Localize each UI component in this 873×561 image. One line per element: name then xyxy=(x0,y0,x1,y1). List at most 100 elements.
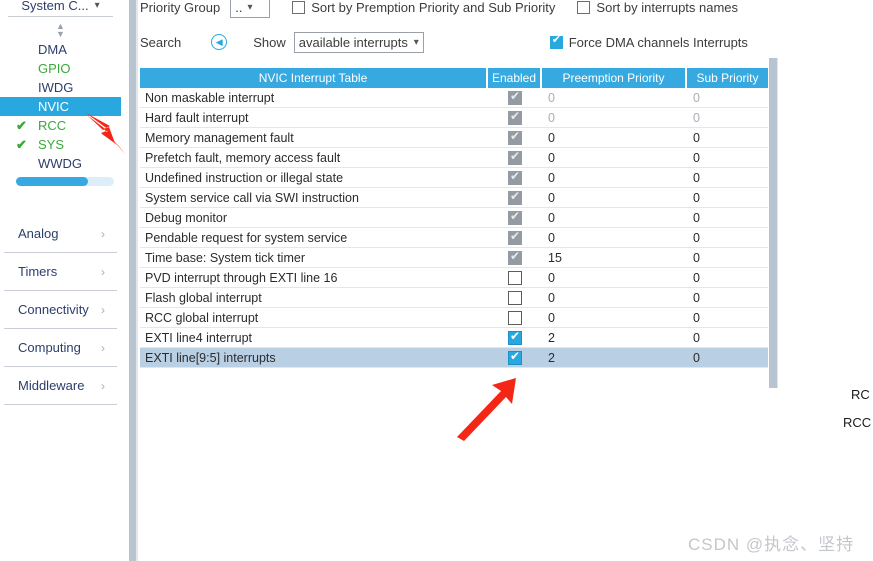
table-row[interactable]: Prefetch fault, memory access fault 00 xyxy=(140,148,768,168)
sidebar-item-dma[interactable]: DMA xyxy=(0,40,121,59)
enabled-checkbox[interactable] xyxy=(508,229,522,245)
enabled-cell[interactable] xyxy=(488,188,542,207)
sub-priority-cell[interactable]: 0 xyxy=(687,228,768,247)
sub-priority-cell[interactable]: 0 xyxy=(687,128,768,147)
enabled-cell[interactable] xyxy=(488,328,542,347)
preemption-priority-cell[interactable]: 0 xyxy=(542,88,687,107)
sidebar-item-rcc[interactable]: ✔ RCC xyxy=(0,116,121,135)
enabled-cell[interactable] xyxy=(488,208,542,227)
enabled-checkbox[interactable] xyxy=(508,89,522,105)
force-dma-checkbox[interactable] xyxy=(549,34,563,49)
preemption-priority-cell[interactable]: 15 xyxy=(542,248,687,267)
sidebar-category-connectivity[interactable]: Connectivity › xyxy=(4,291,117,329)
table-row[interactable]: System service call via SWI instruction 0… xyxy=(140,188,768,208)
enabled-cell[interactable] xyxy=(488,268,542,287)
table-row[interactable]: Debug monitor 00 xyxy=(140,208,768,228)
enabled-checkbox[interactable] xyxy=(508,109,522,125)
enabled-cell[interactable] xyxy=(488,348,542,367)
preemption-priority-cell[interactable]: 2 xyxy=(542,328,687,347)
sub-priority-cell[interactable]: 0 xyxy=(687,348,768,367)
sidebar-item-iwdg[interactable]: IWDG xyxy=(0,78,121,97)
sidebar-horizontal-scrollbar[interactable] xyxy=(16,177,114,186)
table-row[interactable]: Time base: System tick timer 150 xyxy=(140,248,768,268)
sub-priority-cell[interactable]: 0 xyxy=(687,108,768,127)
enabled-checkbox[interactable] xyxy=(508,169,522,185)
preemption-priority-cell[interactable]: 0 xyxy=(542,148,687,167)
sort-preemption-checkbox[interactable] xyxy=(292,0,306,14)
table-row[interactable]: EXTI line4 interrupt 20 xyxy=(140,328,768,348)
spinner-up-down-icon[interactable]: ▲ ▼ xyxy=(0,22,121,39)
sidebar-category-middleware[interactable]: Middleware › xyxy=(4,367,117,405)
table-row[interactable]: Flash global interrupt 0 0 xyxy=(140,288,768,308)
enabled-cell[interactable] xyxy=(488,168,542,187)
table-row[interactable]: PVD interrupt through EXTI line 16 0 0 xyxy=(140,268,768,288)
table-header-enabled[interactable]: Enabled xyxy=(488,68,542,88)
preemption-priority-cell[interactable]: 0 xyxy=(542,108,687,127)
chevron-down-icon[interactable]: ▾ xyxy=(95,0,100,11)
sort-preemption-checkbox-wrap[interactable]: Sort by Premption Priority and Sub Prior… xyxy=(292,0,555,15)
enabled-cell[interactable] xyxy=(488,128,542,147)
preemption-priority-cell[interactable]: 2 xyxy=(542,348,687,367)
enabled-cell[interactable] xyxy=(488,88,542,107)
preemption-priority-cell[interactable]: 0 xyxy=(542,128,687,147)
sidebar-splitter[interactable] xyxy=(129,0,136,561)
enabled-cell[interactable] xyxy=(488,288,542,307)
preemption-priority-cell[interactable]: 0 xyxy=(542,188,687,207)
table-row[interactable]: RCC global interrupt 0 0 xyxy=(140,308,768,328)
preemption-priority-cell[interactable]: 0 xyxy=(542,208,687,227)
enabled-checkbox[interactable] xyxy=(508,129,522,145)
table-vertical-scrollbar[interactable] xyxy=(769,58,777,388)
enabled-checkbox[interactable] xyxy=(508,310,522,325)
enabled-checkbox[interactable] xyxy=(508,349,522,365)
enabled-checkbox[interactable] xyxy=(508,270,522,285)
sub-priority-cell[interactable]: 0 xyxy=(687,328,768,347)
sidebar-item-wwdg[interactable]: WWDG xyxy=(0,154,121,173)
sub-priority-cell[interactable]: 0 xyxy=(687,208,768,227)
sidebar-category-analog[interactable]: Analog › xyxy=(4,215,117,253)
preemption-priority-cell[interactable]: 0 xyxy=(542,228,687,247)
sort-names-checkbox[interactable] xyxy=(577,0,591,14)
force-dma-checkbox-wrap[interactable]: Force DMA channels Interrupts xyxy=(549,34,748,50)
preemption-priority-cell[interactable]: 0 xyxy=(542,288,687,307)
enabled-checkbox[interactable] xyxy=(508,249,522,265)
sidebar-item-gpio[interactable]: GPIO xyxy=(0,59,121,78)
sub-priority-cell[interactable]: 0 xyxy=(687,268,768,287)
sub-priority-cell[interactable]: 0 xyxy=(687,248,768,267)
enabled-cell[interactable] xyxy=(488,148,542,167)
enabled-checkbox[interactable] xyxy=(508,189,522,205)
table-header-sub[interactable]: Sub Priority xyxy=(687,68,768,88)
enabled-cell[interactable] xyxy=(488,108,542,127)
enabled-cell[interactable] xyxy=(488,308,542,327)
table-row[interactable]: Undefined instruction or illegal state 00 xyxy=(140,168,768,188)
sub-priority-cell[interactable]: 0 xyxy=(687,308,768,327)
sort-names-checkbox-wrap[interactable]: Sort by interrupts names xyxy=(577,0,738,15)
enabled-checkbox[interactable] xyxy=(508,290,522,305)
sub-priority-cell[interactable]: 0 xyxy=(687,188,768,207)
sidebar-category-computing[interactable]: Computing › xyxy=(4,329,117,367)
sidebar-item-sys[interactable]: ✔ SYS xyxy=(0,135,121,154)
enabled-checkbox[interactable] xyxy=(508,329,522,345)
enabled-checkbox[interactable] xyxy=(508,209,522,225)
table-row[interactable]: Memory management fault 00 xyxy=(140,128,768,148)
sidebar-item-nvic[interactable]: NVIC xyxy=(0,97,121,116)
sub-priority-cell[interactable]: 0 xyxy=(687,148,768,167)
sub-priority-cell[interactable]: 0 xyxy=(687,288,768,307)
sub-priority-cell[interactable]: 0 xyxy=(687,168,768,187)
sidebar-header[interactable]: System C... ▾ xyxy=(0,0,121,16)
search-collapse-icon[interactable]: ◀ xyxy=(211,34,228,50)
enabled-checkbox[interactable] xyxy=(508,149,522,165)
preemption-priority-cell[interactable]: 0 xyxy=(542,168,687,187)
table-row[interactable]: Pendable request for system service 00 xyxy=(140,228,768,248)
table-header-name[interactable]: NVIC Interrupt Table xyxy=(140,68,488,88)
sidebar-category-timers[interactable]: Timers › xyxy=(4,253,117,291)
show-filter-select[interactable]: available interrupts ▾ xyxy=(293,31,424,53)
table-header-preemption[interactable]: Preemption Priority xyxy=(542,68,687,88)
preemption-priority-cell[interactable]: 0 xyxy=(542,268,687,287)
enabled-cell[interactable] xyxy=(488,228,542,247)
table-row[interactable]: Non maskable interrupt 00 xyxy=(140,88,768,108)
priority-group-select[interactable]: .. ▾ xyxy=(230,0,271,18)
sub-priority-cell[interactable]: 0 xyxy=(687,88,768,107)
table-row[interactable]: Hard fault interrupt 00 xyxy=(140,108,768,128)
preemption-priority-cell[interactable]: 0 xyxy=(542,308,687,327)
enabled-cell[interactable] xyxy=(488,248,542,267)
